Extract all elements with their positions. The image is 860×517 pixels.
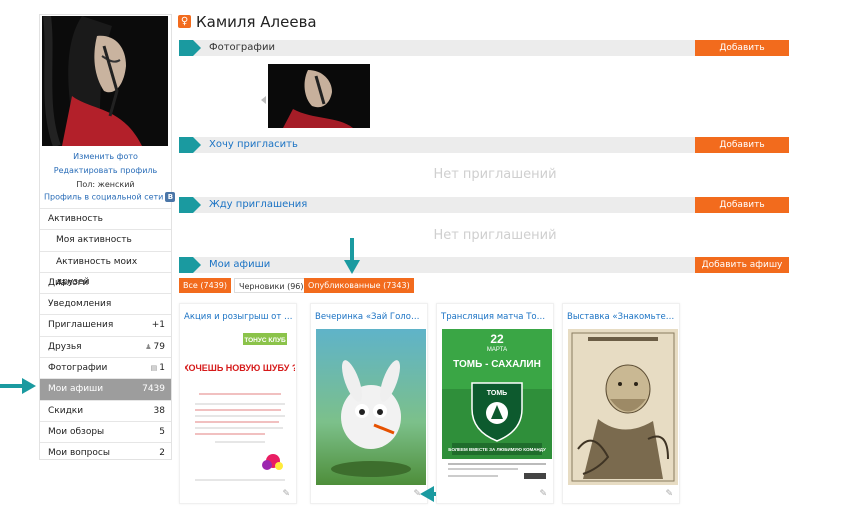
- menu-item-photos[interactable]: Фотографии ▤ 1: [40, 357, 171, 378]
- menu-item-my-reviews[interactable]: Мои обзоры 5: [40, 420, 171, 442]
- filter-drafts[interactable]: Черновики (96): [234, 278, 309, 293]
- poster-brand: ТОНУС КЛУБ: [244, 337, 286, 344]
- poster-card[interactable]: Трансляция матча Томь... 22 МАРТА ТОМЬ -…: [436, 303, 554, 504]
- edit-profile-link[interactable]: Редактировать профиль: [40, 166, 171, 175]
- menu-item-invitations[interactable]: Приглашения +1: [40, 314, 171, 335]
- menu-item-my-activity[interactable]: Моя активность: [40, 229, 171, 250]
- menu-item-count: 5: [159, 426, 165, 437]
- poster-image[interactable]: [316, 329, 426, 485]
- menu-item-my-questions[interactable]: Мои вопросы 2: [40, 442, 171, 463]
- profile-menu: Активность Моя активность Активность мои…: [40, 208, 171, 464]
- filter-published[interactable]: Опубликованные (7343): [304, 278, 414, 293]
- menu-item-label: Друзья: [48, 341, 82, 352]
- empty-invites-text: Нет приглашений: [433, 167, 557, 182]
- menu-item-label: Активность: [48, 214, 103, 224]
- photo-icon: ▤: [150, 364, 158, 373]
- filter-all[interactable]: Все (7439): [179, 278, 231, 293]
- poster-image[interactable]: [568, 329, 678, 485]
- menu-item-label: Диалоги: [48, 277, 89, 288]
- menu-item-dialogs[interactable]: Диалоги: [40, 271, 171, 293]
- pointer-arrow-icon: [0, 378, 36, 394]
- poster-card-title[interactable]: Вечеринка «Зай Голод!»: [315, 312, 425, 322]
- section-flag-icon: [179, 137, 201, 153]
- poster-card-title[interactable]: Трансляция матча Томь...: [441, 312, 551, 322]
- section-title[interactable]: Хочу пригласить: [209, 137, 298, 153]
- add-photo-button[interactable]: Добавить: [695, 40, 789, 56]
- change-photo-link[interactable]: Изменить фото: [40, 152, 171, 161]
- empty-waiting-text: Нет приглашений: [433, 228, 557, 243]
- edit-icon[interactable]: ✎: [539, 489, 547, 499]
- edit-icon[interactable]: ✎: [282, 489, 290, 499]
- gender-label: Пол: женский: [76, 180, 135, 189]
- section-flag-icon: [179, 197, 201, 213]
- section-photos: Фотографии Добавить: [179, 40, 789, 56]
- pointer-arrow-icon: [344, 238, 360, 274]
- poster-card-title[interactable]: Выставка «Знакомьтесь...: [567, 312, 677, 322]
- menu-item-friends-activity[interactable]: Активность моих друзей: [40, 250, 171, 287]
- menu-item-count: 79: [153, 341, 165, 352]
- section-flag-icon: [179, 257, 201, 273]
- section-waiting: Жду приглашения Добавить: [179, 197, 789, 213]
- menu-item-label: Уведомления: [48, 299, 112, 310]
- poster-club: ТОМЬ: [487, 390, 507, 397]
- menu-item-label: Скидки: [48, 405, 84, 416]
- poster-match: ТОМЬ - САХАЛИН: [453, 359, 541, 370]
- section-flag-icon: [179, 40, 201, 56]
- menu-item-my-posters[interactable]: Мои афиши 7439: [40, 378, 171, 400]
- menu-item-label: Приглашения: [48, 320, 114, 331]
- poster-day: 22: [490, 332, 504, 346]
- poster-image[interactable]: ТОНУС КЛУБ ХОЧЕШЬ НОВУЮ ШУБУ ?: [185, 329, 295, 485]
- carousel-prev-icon[interactable]: [261, 96, 266, 104]
- menu-item-count: 7439: [142, 384, 165, 395]
- poster-image[interactable]: 22 МАРТА ТОМЬ - САХАЛИН ТОМЬ БОЛЕЕМ ВМЕС…: [442, 329, 552, 485]
- poster-headline: ХОЧЕШЬ НОВУЮ ШУБУ ?: [185, 363, 295, 373]
- photo-thumbnail[interactable]: [268, 64, 370, 128]
- menu-item-label: Фотографии: [48, 363, 108, 374]
- poster-card-title[interactable]: Акция и розыгрыш от Т...: [184, 312, 294, 322]
- poster-card[interactable]: Акция и розыгрыш от Т... ТОНУС КЛУБ ХОЧЕ…: [179, 303, 297, 504]
- person-icon: ♟: [145, 342, 152, 351]
- add-invite-button[interactable]: Добавить: [695, 137, 789, 153]
- social-profile-label: Профиль в социальной сети: [44, 192, 164, 202]
- menu-item-activity[interactable]: Активность: [40, 208, 171, 229]
- section-want-invite: Хочу пригласить Добавить: [179, 137, 789, 153]
- menu-item-count: 1: [159, 363, 165, 374]
- menu-item-friends[interactable]: Друзья ♟ 79: [40, 335, 171, 357]
- avatar[interactable]: [42, 16, 168, 146]
- add-poster-button[interactable]: Добавить афишу: [695, 257, 789, 273]
- profile-sidebar: Изменить фото Редактировать профиль Пол:…: [39, 14, 176, 460]
- menu-item-label: Мои вопросы: [48, 448, 110, 459]
- menu-item-discounts[interactable]: Скидки 38: [40, 399, 171, 421]
- edit-icon[interactable]: ✎: [665, 489, 673, 499]
- section-title: Фотографии: [209, 42, 275, 53]
- profile-name: Камиля Алеева: [196, 13, 317, 31]
- poster-card[interactable]: Вечеринка «Зай Голод!» ✎: [310, 303, 428, 504]
- poster-card[interactable]: Выставка «Знакомьтесь... ✎: [562, 303, 680, 504]
- page: Изменить фото Редактировать профиль Пол:…: [0, 0, 860, 517]
- menu-item-count-wrap: ▤ 1: [151, 358, 165, 378]
- section-title[interactable]: Жду приглашения: [209, 197, 307, 213]
- menu-item-label: Моя активность: [56, 235, 132, 246]
- menu-item-count: 2: [159, 448, 165, 459]
- section-title[interactable]: Мои афиши: [209, 257, 270, 273]
- menu-item-count: +1: [151, 320, 165, 331]
- menu-item-label: Мои афиши: [48, 384, 104, 395]
- menu-item-notifications[interactable]: Уведомления: [40, 293, 171, 314]
- poster-slogan: БОЛЕЕМ ВМЕСТЕ ЗА ЛЮБИМУЮ КОМАНДУ: [448, 447, 546, 452]
- female-icon: ♀: [178, 15, 191, 28]
- menu-item-count: 38: [153, 405, 165, 416]
- menu-item-label: Мои обзоры: [48, 426, 105, 437]
- add-waiting-button[interactable]: Добавить: [695, 197, 789, 213]
- poster-month: МАРТА: [487, 347, 507, 353]
- vk-icon[interactable]: B: [165, 192, 176, 202]
- section-my-posters: Мои афиши Добавить афишу: [179, 257, 789, 273]
- menu-item-count-wrap: ♟ 79: [145, 337, 165, 357]
- social-profile-link[interactable]: Профиль в социальной сети B: [44, 192, 176, 202]
